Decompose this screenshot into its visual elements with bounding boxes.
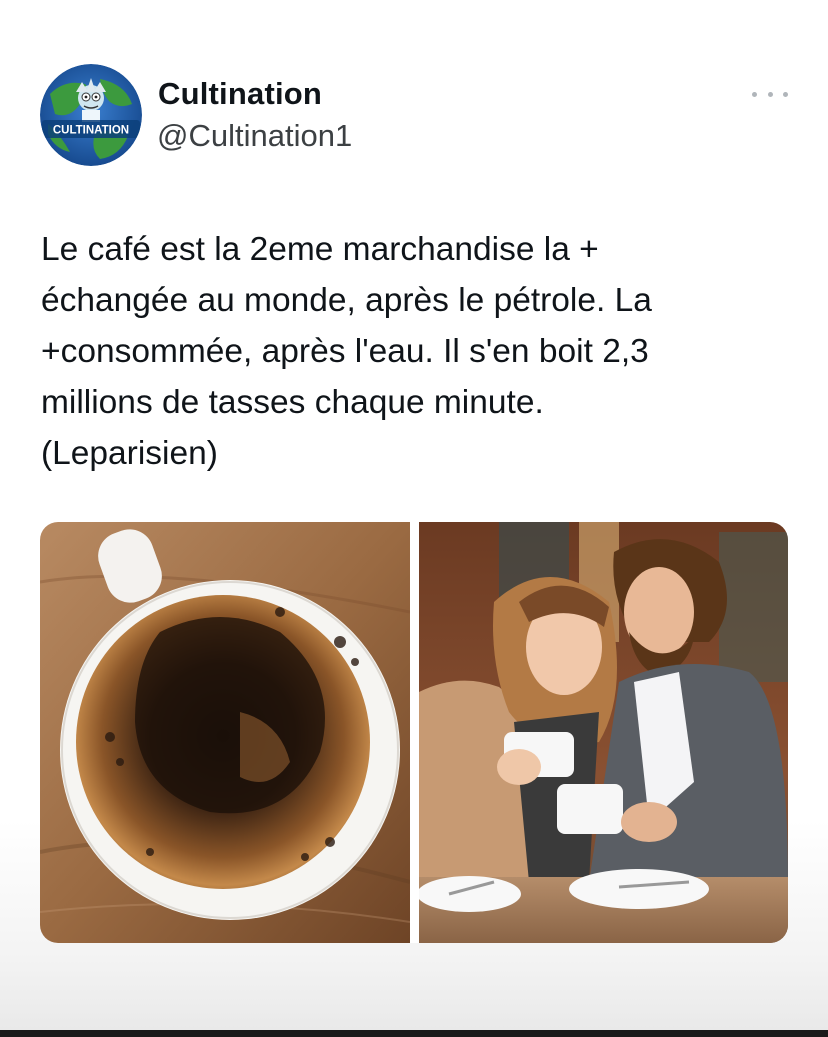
tweet-text-line: Le café est la 2eme marchandise la + [41,231,599,268]
tweet-text: Le café est la 2eme marchandise la + éch… [41,224,781,479]
tweet-text-line: échangée au monde, après le pétrole. La [41,282,652,319]
tweet-text-line: +consommée, après l'eau. Il s'en boit 2,… [41,333,649,370]
author-name[interactable]: Cultination [158,76,322,112]
bottom-bar [0,1030,828,1037]
avatar-label: CULTINATION [53,125,129,137]
ellipsis-icon [783,91,788,97]
tweet-text-line: millions de tasses chaque minute. [41,384,544,421]
tweet-post: CULTINATION Cultination @Cultination1 Le… [0,0,828,1037]
tweet-text-line: (Leparisien) [41,435,218,472]
ellipsis-icon [767,91,773,97]
couple-drinking-coffee-photo[interactable] [419,522,788,943]
author-handle[interactable]: @Cultination1 [157,118,352,154]
media-gallery [40,522,788,943]
avatar[interactable]: CULTINATION [40,64,142,166]
ellipsis-icon [752,91,757,97]
coffee-cup-photo[interactable] [40,522,410,943]
more-options-button[interactable] [752,84,788,104]
